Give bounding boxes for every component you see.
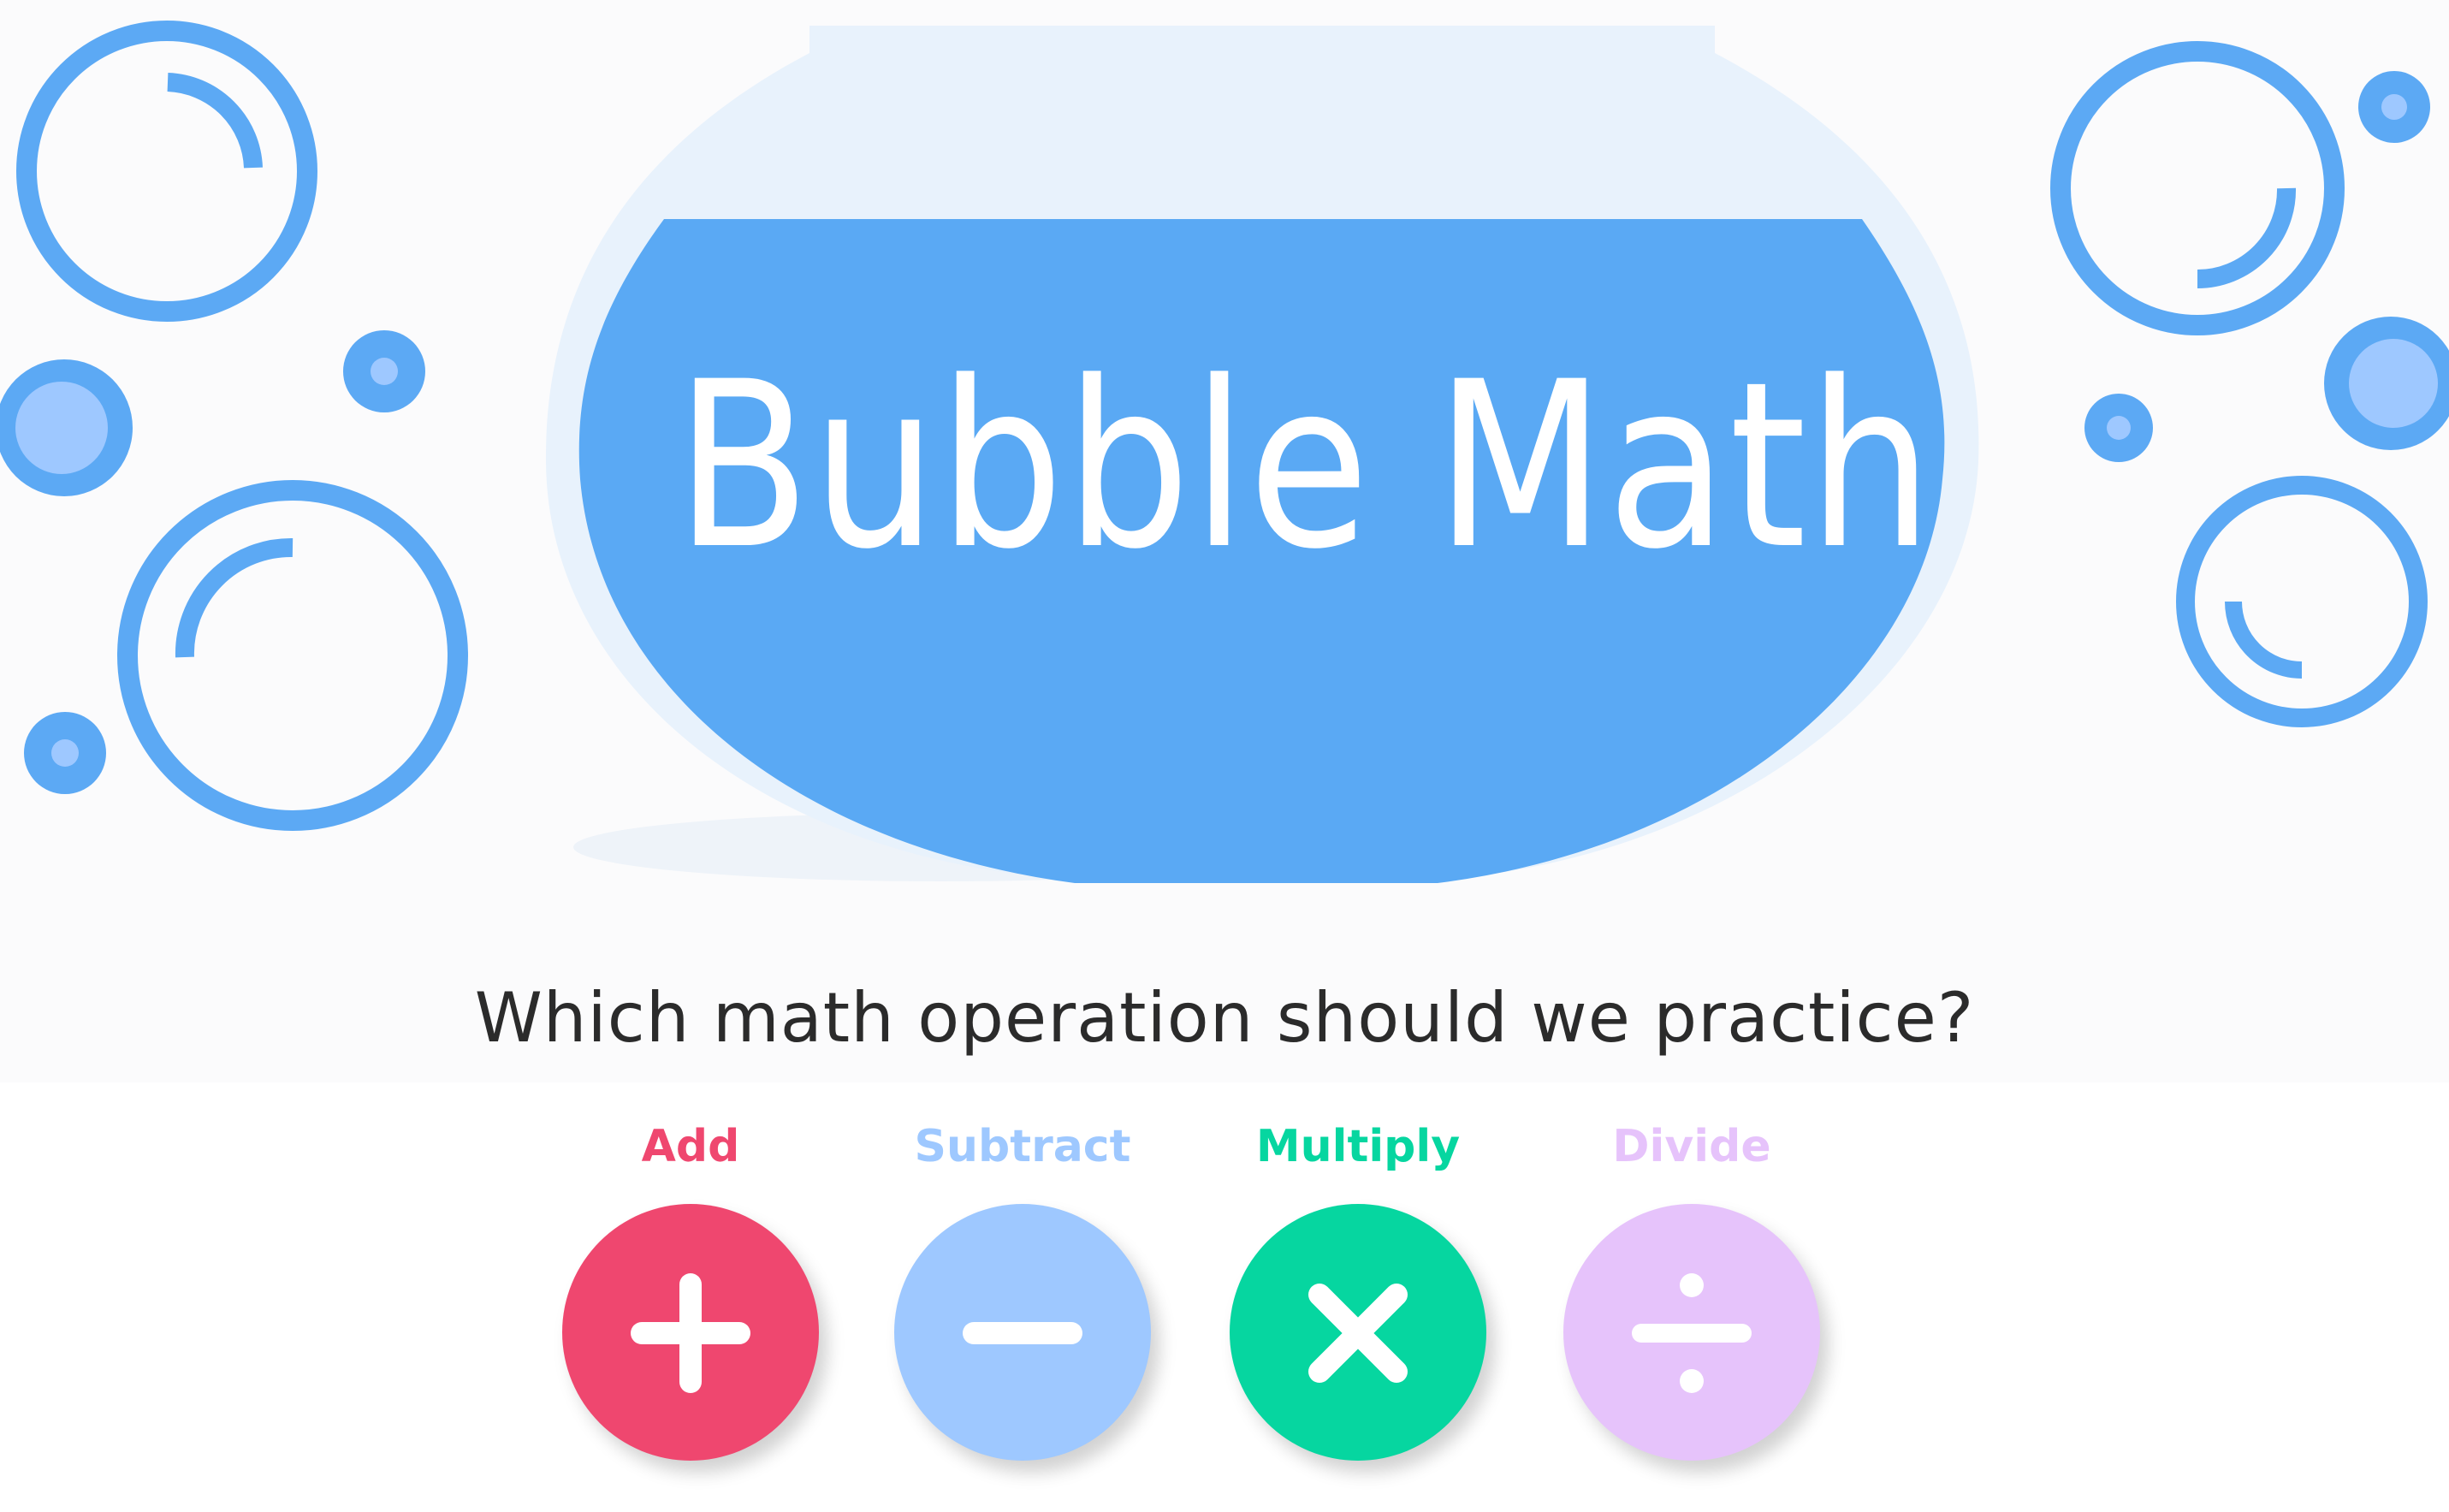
subtract-label: Subtract — [914, 1121, 1131, 1172]
bubble-icon — [2324, 317, 2449, 450]
divide-label: Divide — [1612, 1121, 1771, 1172]
divide-circle[interactable] — [1563, 1204, 1820, 1461]
operation-picker: Add Subtract Multiply Divide — [0, 1108, 2449, 1502]
multiply-label: Multiply — [1255, 1121, 1461, 1172]
bubble-icon — [16, 21, 317, 322]
hero-banner: Bubble Math Which math operation should … — [0, 0, 2449, 1082]
bubble-icon — [2358, 71, 2430, 143]
divide-button[interactable]: Divide — [1525, 1108, 1859, 1485]
app-title: Bubble Math — [675, 333, 1935, 600]
bubble-icon — [2084, 394, 2153, 462]
add-button[interactable]: Add — [524, 1108, 857, 1485]
app-root: Bubble Math Which math operation should … — [0, 0, 2449, 1512]
bubble-icon — [343, 330, 425, 412]
divide-icon — [1632, 1273, 1752, 1393]
multiply-icon — [1308, 1284, 1408, 1383]
prompt-question: Which math operation should we practice? — [474, 978, 1975, 1058]
minus-icon — [963, 1322, 1082, 1344]
bubble-icon — [117, 480, 468, 831]
bubbles-right — [2050, 41, 2449, 727]
bubble-icon — [0, 359, 133, 496]
add-label: Add — [641, 1121, 740, 1172]
bubbles-left — [0, 21, 468, 831]
bubble-icon — [2050, 41, 2345, 335]
bubble-icon — [2176, 476, 2428, 727]
plus-icon — [631, 1273, 750, 1393]
subtract-button[interactable]: Subtract — [856, 1108, 1189, 1485]
bubble-icon — [24, 712, 106, 794]
add-circle[interactable] — [562, 1204, 819, 1461]
multiply-button[interactable]: Multiply — [1191, 1108, 1525, 1485]
subtract-circle[interactable] — [894, 1204, 1151, 1461]
multiply-circle[interactable] — [1230, 1204, 1486, 1461]
